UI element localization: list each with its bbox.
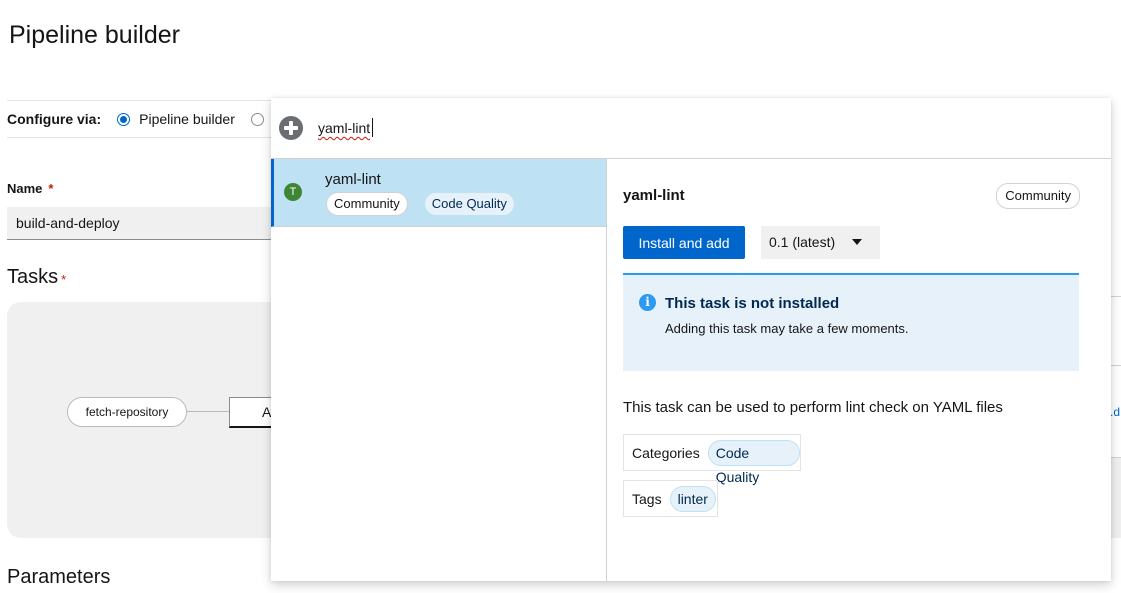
install-and-add-button[interactable]: Install and add — [623, 226, 745, 259]
version-select[interactable]: 0.1 (latest) — [761, 226, 880, 259]
tasks-heading: Tasks * — [7, 266, 66, 289]
name-label: Name * — [7, 181, 53, 196]
yaml-view-radio[interactable] — [250, 112, 264, 126]
category-chip: Code Quality — [707, 439, 800, 485]
detail-title: yaml-lint — [623, 187, 685, 204]
parameters-heading: Parameters — [7, 566, 111, 588]
task-icon: T — [284, 183, 302, 201]
quick-search-input[interactable]: yaml-lint — [318, 120, 370, 136]
caret-down-icon — [852, 239, 862, 245]
configure-via-label: Configure via: — [7, 111, 102, 127]
tasks-required-asterisk: * — [61, 272, 67, 287]
info-circle-icon: i — [639, 294, 656, 311]
required-asterisk: * — [48, 181, 54, 196]
plus-circle-icon — [279, 116, 303, 140]
tags-label: Tags — [632, 490, 662, 507]
alert-title: This task is not installed — [665, 295, 840, 312]
task-description: This task can be used to perform lint ch… — [623, 399, 1003, 416]
community-badge: Community — [326, 192, 408, 216]
tasks-heading-text: Tasks — [7, 266, 59, 288]
search-results-list: T yaml-lint Community Code Quality — [271, 159, 607, 581]
task-node-fetch-repository[interactable]: fetch-repository — [67, 397, 187, 427]
categories-label: Categories — [632, 444, 700, 461]
pipeline-builder-radio[interactable] — [117, 112, 131, 126]
pipeline-name-input[interactable]: build-and-deploy — [7, 207, 287, 240]
quick-search-bar: yaml-lint — [271, 98, 1111, 159]
background-link-fragment[interactable]: .d — [1110, 405, 1120, 419]
text-cursor — [372, 118, 373, 137]
tag-chip: linter — [669, 485, 716, 512]
search-result-chips: Community Code Quality — [326, 192, 515, 216]
version-select-value: 0.1 (latest) — [769, 234, 836, 250]
search-result-details: yaml-lint Community Install and add 0.1 … — [607, 159, 1111, 581]
configure-via-row: Configure via: Pipeline builder — [7, 100, 307, 138]
search-result-item[interactable]: T yaml-lint Community Code Quality — [271, 159, 606, 227]
task-connector — [187, 411, 230, 412]
category-badge: Code Quality — [423, 192, 515, 216]
page-title: Pipeline builder — [9, 21, 180, 49]
name-label-text: Name — [7, 181, 43, 196]
categories-group: Categories Code Quality — [623, 434, 801, 485]
quick-search-modal: yaml-lint T yaml-lint Community Code Qua… — [271, 98, 1111, 581]
detail-community-badge: Community — [996, 183, 1080, 209]
search-result-title: yaml-lint — [325, 171, 381, 188]
pipeline-builder-radio-label[interactable]: Pipeline builder — [139, 111, 235, 127]
alert-body: Adding this task may take a few moments. — [665, 321, 909, 336]
not-installed-alert: i This task is not installed Adding this… — [623, 273, 1079, 371]
tags-group: Tags linter — [623, 480, 718, 517]
